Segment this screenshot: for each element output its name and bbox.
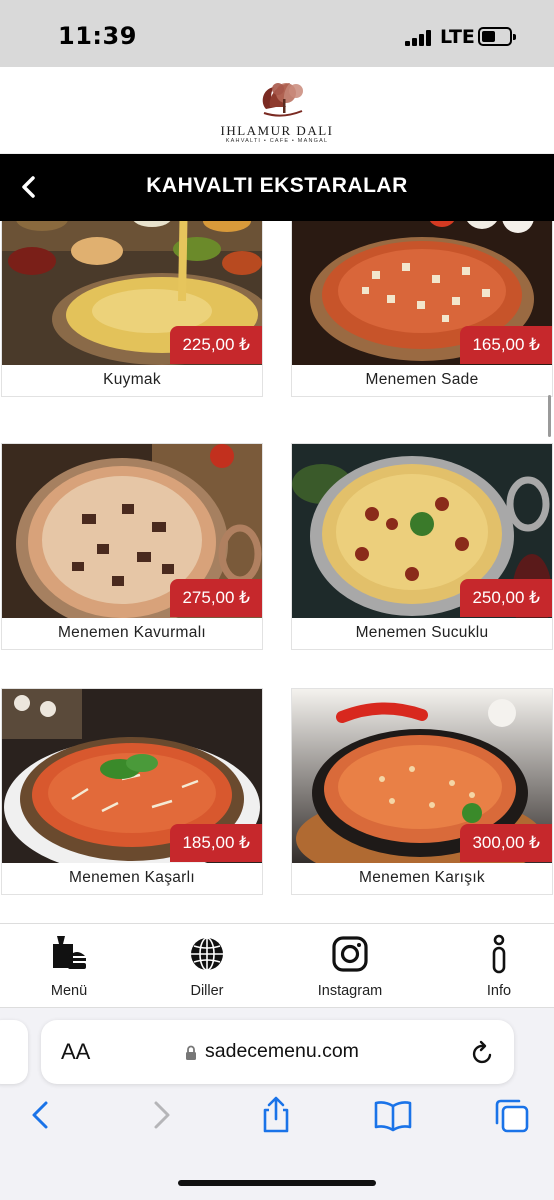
- food-menu-icon: [53, 936, 86, 969]
- menu-item-card[interactable]: 300,00 ₺ Menemen Karışık: [291, 688, 553, 895]
- menu-item-card[interactable]: 165,00 ₺ Menemen Sade: [291, 221, 553, 397]
- instagram-icon: [332, 936, 368, 972]
- reader-options-button[interactable]: AA: [61, 1039, 90, 1065]
- menu-item-name: Menemen Kaşarlı: [69, 869, 195, 886]
- brand-name: IHLAMUR DALI: [220, 123, 334, 138]
- menu-item-card[interactable]: 225,00 ₺ Kuymak: [1, 221, 263, 397]
- status-time: 11:39: [58, 22, 137, 50]
- price-badge: 225,00 ₺: [170, 326, 262, 364]
- signal-icon: [405, 30, 433, 46]
- price-badge: 185,00 ₺: [170, 824, 262, 862]
- browser-back-icon[interactable]: [22, 1095, 62, 1135]
- brand-logo-icon: [262, 83, 303, 117]
- status-bar: 11:39 LTE: [0, 0, 554, 67]
- category-header: KAHVALTI EKSTARALAR: [0, 154, 554, 221]
- brand-tagline: KAHVALTI • CAFE • MANGAL: [225, 138, 329, 144]
- nav-label: Diller: [190, 983, 224, 999]
- price-badge: 275,00 ₺: [170, 579, 262, 617]
- price-badge: 165,00 ₺: [460, 326, 552, 364]
- nav-item-languages[interactable]: Diller: [138, 924, 276, 1008]
- tabs-icon[interactable]: [491, 1095, 531, 1135]
- menu-grid: 225,00 ₺ Kuymak 165,00 ₺ Menemen Sade 27…: [0, 221, 554, 923]
- nav-item-menu[interactable]: Menü: [0, 924, 138, 1008]
- globe-icon: [191, 937, 223, 971]
- menu-item-name: Kuymak: [103, 371, 161, 388]
- reload-icon[interactable]: [471, 1040, 495, 1066]
- info-icon: [492, 934, 506, 974]
- url-text: sadecemenu.com: [205, 1040, 359, 1062]
- scrollbar[interactable]: [548, 395, 551, 437]
- share-icon[interactable]: [256, 1095, 296, 1135]
- nav-label: Instagram: [317, 983, 383, 999]
- menu-item-card[interactable]: 275,00 ₺ Menemen Kavurmalı: [1, 443, 263, 650]
- bottom-nav: Menü Diller Instagram Info: [0, 923, 554, 1008]
- nav-label: Menü: [50, 983, 88, 999]
- battery-icon: [478, 27, 516, 46]
- lock-icon: [186, 1045, 196, 1060]
- menu-item-name: Menemen Karışık: [359, 869, 485, 886]
- browser-forward-icon[interactable]: [140, 1095, 180, 1135]
- previous-tab[interactable]: [0, 1020, 28, 1084]
- menu-item-name: Menemen Kavurmalı: [57, 624, 207, 641]
- network-type: LTE: [440, 26, 475, 48]
- page-title: KAHVALTI EKSTARALAR: [146, 174, 408, 197]
- bookmarks-icon[interactable]: [373, 1095, 413, 1135]
- address-bar[interactable]: AA sadecemenu.com: [41, 1020, 514, 1084]
- price-badge: 250,00 ₺: [460, 579, 552, 617]
- nav-item-instagram[interactable]: Instagram: [281, 924, 419, 1008]
- home-indicator: [178, 1180, 376, 1186]
- menu-item-name: Menemen Sucuklu: [355, 624, 489, 641]
- menu-item-name: Menemen Sade: [365, 371, 479, 388]
- aa-label: AA: [61, 1039, 91, 1064]
- price-badge: 300,00 ₺: [460, 824, 552, 862]
- menu-item-card[interactable]: 250,00 ₺ Menemen Sucuklu: [291, 443, 553, 650]
- brand-header: IHLAMUR DALI KAHVALTI • CAFE • MANGAL: [0, 67, 554, 154]
- nav-item-info[interactable]: Info: [430, 924, 554, 1008]
- nav-label: Info: [486, 983, 512, 999]
- menu-item-card[interactable]: 185,00 ₺ Menemen Kaşarlı: [1, 688, 263, 895]
